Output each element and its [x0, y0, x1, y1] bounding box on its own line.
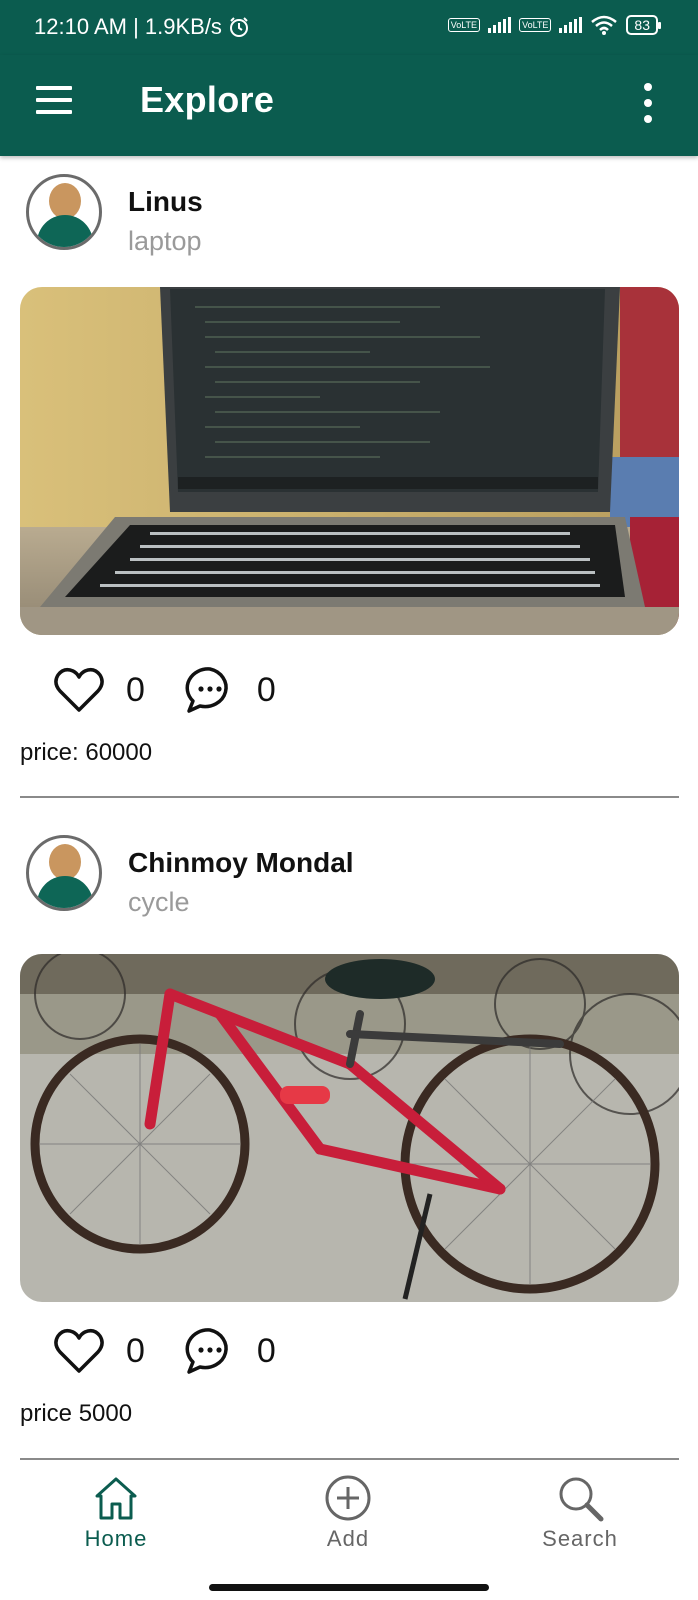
nav-search-label: Search — [542, 1526, 618, 1551]
alarm-icon — [229, 17, 248, 37]
post-user-name[interactable]: Chinmoy Mondal — [128, 847, 354, 879]
post-card: Chinmoy Mondal cycle 0 0 price 5000 — [0, 817, 698, 1460]
nav-search[interactable]: Search — [510, 1474, 650, 1552]
likes-count: 0 — [126, 1331, 145, 1370]
status-bar: 12:10 AM | 1.9KB/s VoLTE VoLTE 83 — [0, 0, 698, 55]
post-price: price 5000 — [20, 1400, 133, 1427]
app-bar: Explore — [0, 55, 698, 156]
gesture-handle[interactable] — [209, 1584, 489, 1591]
post-item-name: laptop — [128, 226, 202, 256]
add-circle-icon — [325, 1475, 371, 1521]
comments-count: 0 — [256, 1331, 276, 1370]
menu-icon[interactable] — [36, 86, 72, 116]
comment-icon[interactable] — [183, 1324, 237, 1378]
heart-icon[interactable] — [52, 1324, 106, 1378]
volte-icon: VoLTE — [519, 18, 552, 32]
post-actions: 0 0 — [52, 663, 314, 717]
post-divider — [20, 796, 679, 798]
post-price: price: 60000 — [20, 739, 153, 766]
comments-count: 0 — [256, 670, 276, 709]
avatar[interactable] — [26, 174, 102, 250]
post-image-laptop[interactable] — [20, 287, 679, 635]
post-actions: 0 0 — [52, 1324, 314, 1378]
wifi-icon — [591, 15, 618, 35]
nav-home[interactable]: Home — [46, 1474, 186, 1552]
comment-icon[interactable] — [183, 663, 237, 717]
heart-icon[interactable] — [52, 663, 106, 717]
volte-icon: VoLTE — [447, 18, 481, 32]
more-options-icon[interactable] — [642, 83, 654, 123]
signal-icon — [488, 17, 512, 33]
nav-home-label: Home — [84, 1526, 148, 1551]
post-user-name[interactable]: Linus — [128, 186, 203, 218]
likes-count: 0 — [126, 670, 145, 709]
post-card: Linus laptop 0 0 price: 60000 — [0, 156, 698, 798]
home-icon — [95, 1477, 137, 1520]
post-header: Linus laptop — [0, 156, 698, 266]
post-header: Chinmoy Mondal cycle — [0, 817, 698, 927]
status-time: 12:10 AM | 1.9KB/s — [34, 14, 222, 39]
search-icon — [559, 1477, 604, 1522]
signal-icon — [559, 17, 583, 33]
nav-add[interactable]: Add — [278, 1474, 418, 1552]
page-title: Explore — [140, 79, 275, 120]
post-item-name: cycle — [128, 887, 190, 917]
post-image-bicycle[interactable] — [20, 954, 679, 1302]
battery-icon: 83 — [626, 15, 661, 35]
avatar[interactable] — [26, 835, 102, 911]
bottom-navigation: Home Add Search — [0, 1460, 698, 1600]
nav-add-label: Add — [326, 1526, 370, 1551]
